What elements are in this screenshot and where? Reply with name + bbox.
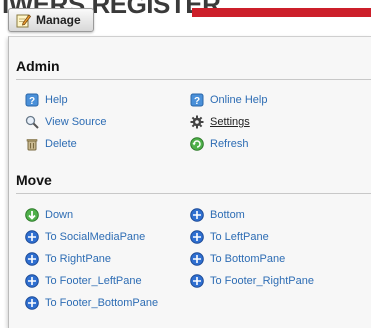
menu-item-to-footer-bottompane[interactable]: To Footer_BottomPane: [25, 296, 158, 310]
move-section-title: Move: [16, 172, 52, 188]
move-blue-icon: [25, 274, 39, 288]
menu-item-to-socialmediapane[interactable]: To SocialMediaPane: [25, 230, 145, 244]
menu-item-label: To Footer_RightPane: [210, 275, 314, 287]
svg-text:?: ?: [29, 96, 35, 107]
manage-button[interactable]: Manage: [8, 8, 94, 32]
menu-item-label: Down: [45, 209, 74, 221]
menu-item-label: Settings: [210, 116, 250, 128]
menu-item-to-bottompane[interactable]: To BottomPane: [190, 252, 285, 266]
menu-item-help[interactable]: ? Help: [25, 93, 68, 107]
arrow-down-green-icon: [25, 208, 39, 222]
move-blue-icon: [190, 274, 204, 288]
help-icon: ?: [190, 93, 204, 107]
pencil-note-icon: [15, 12, 31, 28]
trash-icon: [25, 137, 39, 151]
menu-item-label: To LeftPane: [210, 231, 269, 243]
move-divider: [16, 193, 371, 194]
menu-item-to-rightpane[interactable]: To RightPane: [25, 252, 111, 266]
move-blue-icon: [25, 230, 39, 244]
menu-item-label: To BottomPane: [210, 253, 286, 265]
menu-item-to-footer-leftpane[interactable]: To Footer_LeftPane: [25, 274, 142, 288]
menu-item-label: To Footer_LeftPane: [45, 275, 142, 287]
menu-item-label: View Source: [45, 116, 107, 128]
menu-item-settings[interactable]: Settings: [190, 115, 250, 129]
menu-item-label: Online Help: [210, 94, 268, 106]
move-blue-icon: [25, 296, 39, 310]
menu-item-bottom[interactable]: Bottom: [190, 208, 245, 222]
menu-item-down[interactable]: Down: [25, 208, 73, 222]
menu-item-to-leftpane[interactable]: To LeftPane: [190, 230, 269, 244]
accent-bar: [192, 8, 371, 17]
gear-icon: [190, 115, 204, 129]
menu-item-label: Bottom: [210, 209, 245, 221]
magnifier-icon: [25, 115, 39, 129]
move-blue-icon: [190, 252, 204, 266]
menu-item-view-source[interactable]: View Source: [25, 115, 107, 129]
move-blue-icon: [190, 208, 204, 222]
menu-item-online-help[interactable]: ? Online Help: [190, 93, 267, 107]
admin-section-title: Admin: [16, 58, 60, 74]
svg-text:?: ?: [194, 96, 200, 107]
manage-button-label: Manage: [36, 13, 81, 27]
menu-item-to-footer-rightpane[interactable]: To Footer_RightPane: [190, 274, 314, 288]
menu-item-label: Refresh: [210, 138, 249, 150]
admin-divider: [16, 79, 371, 80]
move-blue-icon: [190, 230, 204, 244]
help-icon: ?: [25, 93, 39, 107]
menu-item-label: Delete: [45, 138, 77, 150]
refresh-icon: [190, 137, 204, 151]
menu-item-label: To SocialMediaPane: [45, 231, 146, 243]
move-blue-icon: [25, 252, 39, 266]
menu-item-label: To Footer_BottomPane: [45, 297, 159, 309]
menu-item-refresh[interactable]: Refresh: [190, 137, 249, 151]
menu-item-delete[interactable]: Delete: [25, 137, 77, 151]
menu-item-label: To RightPane: [45, 253, 112, 265]
menu-item-label: Help: [45, 94, 68, 106]
